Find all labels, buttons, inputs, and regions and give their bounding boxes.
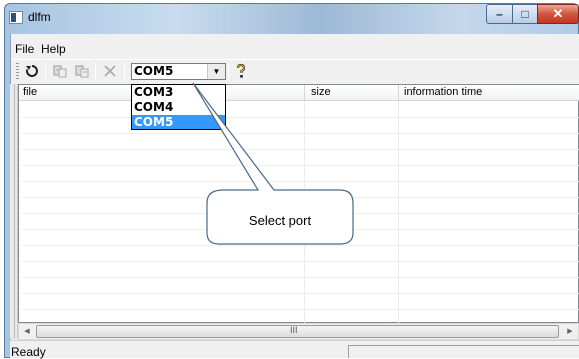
scroll-right-icon[interactable]: ▶ [562, 324, 578, 339]
port-select-value: COM5 [134, 64, 174, 78]
row-gridline [19, 149, 579, 150]
minimize-icon: – [496, 7, 503, 21]
copy-from-device-icon[interactable] [74, 63, 90, 79]
maximize-button[interactable]: □ [512, 4, 538, 24]
column-divider[interactable] [398, 85, 399, 101]
row-gridline [19, 181, 579, 182]
column-gridline [398, 101, 399, 323]
toolbar-separator [124, 63, 125, 80]
copy-to-device-icon[interactable] [52, 63, 68, 79]
pane-divider[interactable] [14, 84, 15, 339]
list-header [19, 85, 579, 101]
row-gridline [19, 165, 579, 166]
minimize-button[interactable]: – [486, 4, 513, 24]
close-button[interactable]: ✕ [537, 4, 579, 24]
toolbar-separator [228, 63, 229, 80]
toolbar-grip[interactable] [16, 63, 19, 79]
column-divider[interactable] [304, 85, 305, 101]
row-gridline [19, 133, 579, 134]
callout-text: Select port [248, 213, 312, 228]
row-gridline [19, 293, 579, 294]
row-gridline [19, 309, 579, 310]
row-gridline [19, 277, 579, 278]
row-gridline [19, 245, 579, 246]
delete-icon[interactable] [102, 63, 118, 79]
port-option-com4[interactable]: COM4 [132, 100, 225, 114]
close-icon: ✕ [552, 6, 564, 21]
chevron-down-icon[interactable]: ▼ [207, 64, 225, 79]
window-title: dlfm [28, 10, 51, 24]
menu-file[interactable]: File [15, 42, 34, 56]
toolbar [11, 59, 579, 82]
toolbar-separator [45, 63, 46, 80]
status-text: Ready [11, 345, 46, 359]
scroll-left-icon[interactable]: ◀ [19, 324, 35, 339]
column-header-size[interactable]: size [311, 86, 331, 98]
row-gridline [19, 117, 579, 118]
port-option-com5[interactable]: COM5 [132, 115, 225, 129]
column-header-file[interactable]: file [23, 86, 37, 98]
row-gridline [19, 261, 579, 262]
help-icon[interactable] [233, 63, 249, 79]
app-icon [9, 11, 23, 24]
toolbar-separator [95, 63, 96, 80]
menu-help[interactable]: Help [41, 42, 66, 56]
scroll-thumb-grip: III [290, 325, 298, 335]
port-option-com3[interactable]: COM3 [132, 85, 225, 99]
column-header-information-time[interactable]: information time [404, 86, 482, 98]
status-panel [348, 345, 579, 358]
menu-bar [11, 40, 579, 58]
maximize-icon: □ [521, 7, 529, 21]
refresh-icon[interactable] [24, 63, 40, 79]
